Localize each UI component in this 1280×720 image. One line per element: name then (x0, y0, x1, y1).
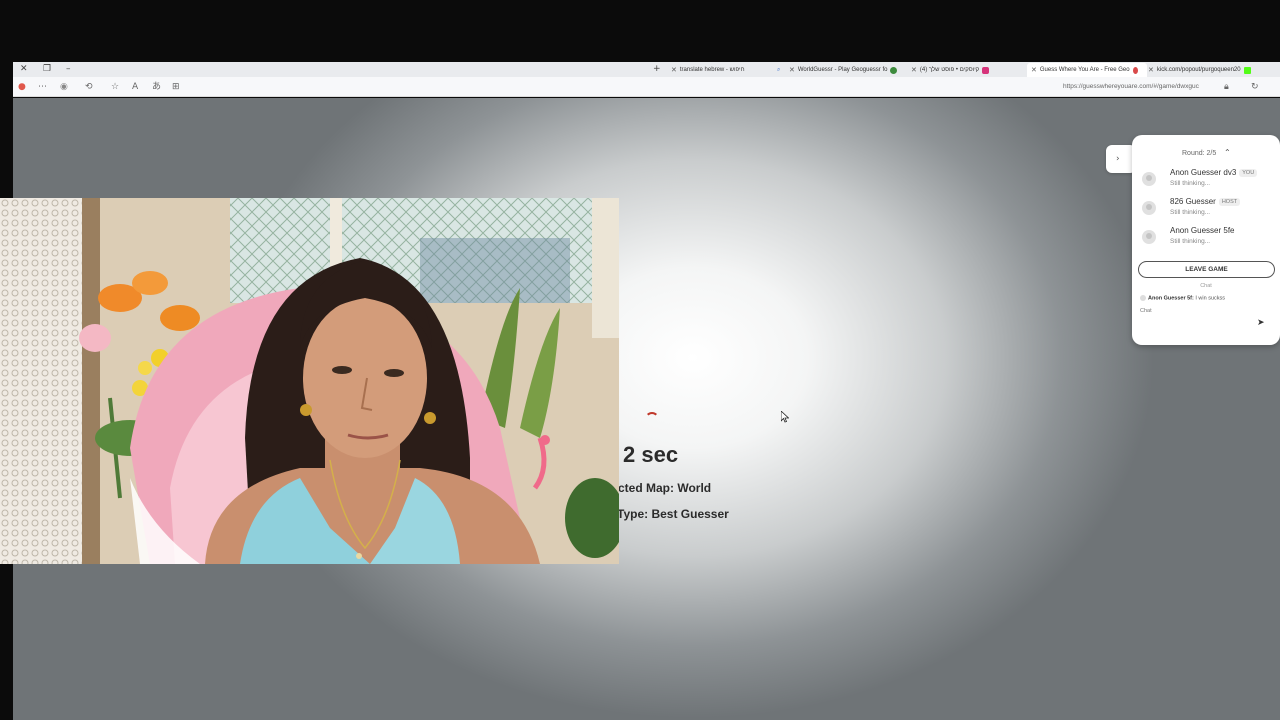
browser-toolbar: ● ⋯ ◉ ⟲ ☆ A あ ⊞ https://guesswhereyouare… (13, 77, 1280, 97)
tab-translate[interactable]: ✕ translate hebrew - חיפוש (671, 63, 781, 77)
translate-icon[interactable]: あ (152, 80, 161, 94)
chevron-up-icon[interactable]: ⌃ (1224, 148, 1231, 157)
restore-window-icon[interactable]: ❐ (43, 62, 51, 77)
tab-kick[interactable]: ✕ kick.com/popout/purgoqueen20 (1148, 63, 1280, 77)
instagram-icon (982, 66, 990, 74)
avatar (1142, 201, 1156, 215)
player-row: Anon Guesser dv3 YOU Still thinking... (1132, 168, 1280, 196)
lock-icon: 🔒︎ (1224, 82, 1229, 92)
round-indicator: Round: 2/5 (1182, 150, 1217, 157)
tab-title: translate hebrew - חיפוש (679, 67, 745, 73)
mouse-cursor-icon (781, 411, 789, 423)
chat-text: I win suckss (1193, 295, 1226, 302)
close-tab-icon[interactable]: ✕ (1031, 63, 1037, 77)
favorite-icon[interactable]: ☆ (111, 80, 119, 94)
tab-guess-where-you-are[interactable]: ✕ Guess Where You Are - Free Geo (1027, 63, 1147, 77)
more-icon[interactable]: ⋯ (38, 80, 47, 94)
tab-instagram[interactable]: ✕ קיוסקים • פוסט שלך (4) (911, 63, 1023, 77)
new-tab-icon[interactable]: + (653, 62, 661, 77)
kick-icon (1243, 66, 1251, 74)
leave-game-button[interactable]: LEAVE GAME (1138, 261, 1275, 278)
player-name: 826 Guesser (1170, 197, 1216, 206)
close-tab-icon[interactable]: ✕ (911, 63, 917, 77)
copilot-icon[interactable]: ● (18, 80, 26, 94)
search-icon: ⌕ (777, 67, 781, 73)
player-row: 826 Guesser HOST Still thinking... (1132, 197, 1280, 225)
avatar (1142, 230, 1156, 244)
you-badge: YOU (1239, 168, 1258, 177)
player-name: Anon Guesser dv3 (1170, 168, 1237, 177)
avatar (1142, 172, 1156, 186)
tab-worldguessr[interactable]: ✕ WorldGuessr - Play Geoguessr fo (789, 63, 911, 77)
tab-title: WorldGuessr - Play Geoguessr fo (797, 67, 888, 73)
player-row: Anon Guesser 5fe Still thinking... (1132, 226, 1280, 254)
globe-icon (890, 66, 898, 74)
address-bar[interactable]: https://guesswhereyouare.com/#/game/dwxg… (1063, 81, 1233, 93)
players-panel: Round: 2/5 ⌃ Anon Guesser dv3 YOU Still t… (1132, 135, 1280, 345)
tab-title: קיוסקים • פוסט שלך (4) (919, 67, 980, 73)
close-tab-icon[interactable]: ✕ (671, 63, 677, 77)
countdown-timer: 2 sec (623, 442, 679, 467)
refresh-icon[interactable]: ↻ (1251, 80, 1259, 94)
webcam-video-frame (0, 198, 619, 564)
close-window-icon[interactable]: ✕ (20, 62, 28, 77)
profile-icon[interactable]: ◉ (60, 80, 68, 94)
extension-icon[interactable]: ⟲ (85, 80, 93, 94)
avatar (1140, 295, 1146, 301)
app-icon[interactable]: ⊞ (172, 80, 180, 94)
player-name: Anon Guesser 5fe (1170, 226, 1235, 235)
send-icon[interactable]: ➤ (1257, 318, 1265, 328)
chat-message: Anon Guesser 5f: I win suckss (1140, 295, 1225, 301)
webcam-overlay (0, 198, 619, 564)
player-status: Still thinking... (1170, 238, 1211, 245)
pin-icon (1132, 66, 1138, 74)
tab-title: kick.com/popout/purgoqueen20 (1156, 67, 1241, 73)
host-badge: HOST (1218, 197, 1241, 206)
loading-spinner-icon (645, 412, 659, 426)
read-aloud-icon[interactable]: A (132, 80, 138, 94)
screen-top-band (0, 0, 1280, 62)
player-status: Still thinking... (1170, 209, 1211, 216)
game-type-label: Type: Best Guesser (617, 507, 729, 521)
minimize-window-icon[interactable]: – (66, 62, 71, 77)
close-tab-icon[interactable]: ✕ (789, 63, 795, 77)
chat-input[interactable] (1140, 306, 1250, 316)
chat-author: Anon Guesser 5f: (1148, 295, 1194, 302)
chat-title: Chat (1200, 283, 1212, 289)
close-tab-icon[interactable]: ✕ (1148, 63, 1154, 77)
player-status: Still thinking... (1170, 180, 1211, 187)
selected-map-label: cted Map: World (618, 481, 712, 495)
tab-title: Guess Where You Are - Free Geo (1039, 67, 1130, 73)
browser-tab-bar: ✕ ❐ – + ✕ translate hebrew - חיפוש ⌕ ✕ W… (13, 62, 1280, 77)
